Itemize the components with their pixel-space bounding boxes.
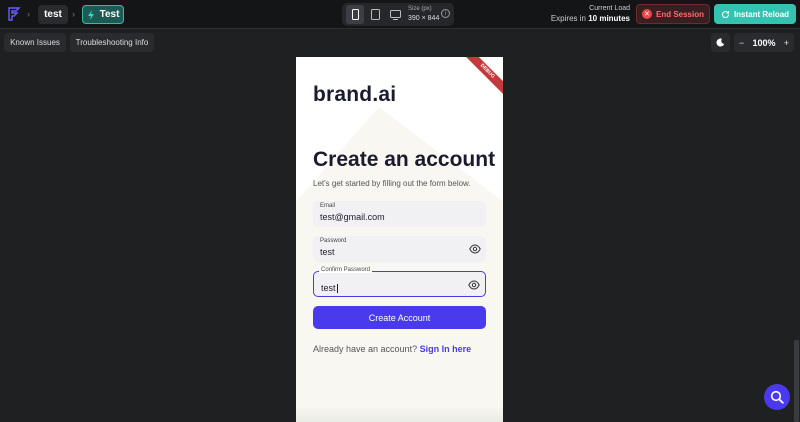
bolt-icon — [87, 9, 94, 20]
scrollbar[interactable] — [794, 340, 799, 422]
info-icon[interactable]: i — [441, 9, 450, 18]
email-field[interactable]: Email test@gmail.com — [313, 201, 486, 227]
confirm-password-value: test — [321, 283, 336, 293]
close-circle-icon: ✕ — [641, 9, 652, 19]
sign-in-link[interactable]: Sign In here — [420, 344, 472, 354]
debug-ribbon: DEBUG — [462, 57, 503, 96]
confirm-password-label: Confirm Password — [319, 267, 373, 273]
device-preview: DEBUG brand.ai Create an account Let's g… — [296, 57, 503, 422]
eye-icon[interactable] — [468, 279, 480, 291]
chevron-right-icon: › — [72, 9, 75, 19]
tablet-device-button[interactable] — [366, 5, 384, 24]
chevron-right-icon: › — [27, 9, 30, 19]
zoom-out-button[interactable]: − — [739, 38, 744, 48]
phone-device-button[interactable] — [346, 5, 364, 24]
end-session-label: End Session — [655, 9, 704, 19]
known-issues-button[interactable]: Known Issues — [4, 33, 66, 52]
tablet-icon — [370, 9, 380, 20]
password-label: Password — [320, 238, 347, 244]
end-session-button[interactable]: ✕ End Session — [636, 4, 710, 24]
flutterflow-logo-icon[interactable] — [6, 6, 22, 22]
project-crumb[interactable]: test — [38, 5, 68, 24]
troubleshooting-info-button[interactable]: Troubleshooting Info — [70, 33, 154, 52]
search-icon — [770, 390, 784, 404]
desktop-icon — [389, 9, 401, 20]
password-field[interactable]: Password test — [313, 236, 486, 262]
branch-label: Test — [99, 9, 120, 20]
brand-logo-text: brand.ai — [313, 83, 397, 106]
zoom-control: − 100% + — [734, 33, 794, 52]
confirm-password-field[interactable]: Confirm Password test — [313, 267, 486, 297]
sign-in-prompt: Already have an account? Sign In here — [313, 344, 471, 354]
refresh-icon — [721, 10, 729, 18]
email-value: test@gmail.com — [320, 212, 385, 222]
already-text: Already have an account? — [313, 344, 418, 354]
phone-icon — [351, 9, 359, 20]
email-label: Email — [320, 203, 336, 209]
theme-toggle-button[interactable] — [711, 33, 730, 52]
expires-text: Expires in 10 minutes — [550, 14, 630, 23]
size-value: 390 × 844 — [408, 15, 440, 22]
top-bar: › test › Test Size (px) 390 × 844 i Curr… — [0, 0, 800, 29]
page-title: Create an account — [313, 148, 496, 171]
instant-reload-button[interactable]: Instant Reload — [714, 4, 796, 24]
zoom-in-button[interactable]: + — [784, 38, 789, 48]
create-account-button[interactable]: Create Account — [313, 306, 486, 329]
moon-icon — [716, 38, 725, 47]
zoom-level: 100% — [752, 37, 776, 48]
bottom-fade — [296, 406, 503, 422]
desktop-device-button[interactable] — [386, 5, 404, 24]
current-load-label: Current Load — [589, 5, 630, 12]
size-label: Size (px) — [408, 6, 432, 12]
instant-reload-label: Instant Reload — [733, 9, 790, 19]
password-value: test — [320, 247, 335, 257]
eye-icon[interactable] — [469, 243, 481, 255]
search-fab-button[interactable] — [764, 384, 790, 410]
branch-crumb[interactable]: Test — [82, 5, 124, 24]
page-subtitle: Let's get started by filling out the for… — [313, 179, 471, 188]
